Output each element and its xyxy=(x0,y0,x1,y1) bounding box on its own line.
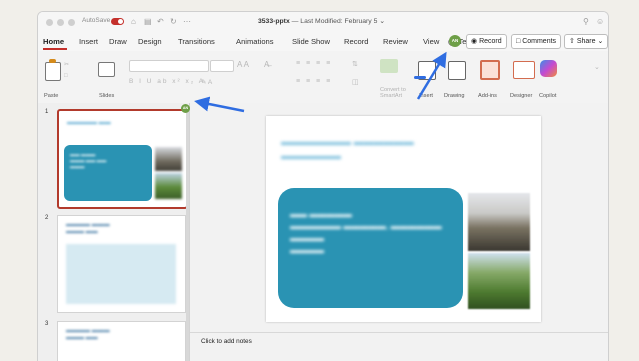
insert-label: Insert xyxy=(419,93,433,99)
slide-image-building[interactable] xyxy=(468,193,530,251)
redo-icon[interactable]: ↻ xyxy=(170,16,177,28)
slide-thumbnail-3[interactable]: ▬▬▬▬ ▬▬▬ ▬▬▬ ▬▬ xyxy=(57,321,186,361)
close-window-button[interactable] xyxy=(46,19,53,26)
clear-format-icon[interactable]: A̶ xyxy=(264,60,269,69)
tab-slide-show[interactable]: Slide Show xyxy=(292,37,330,46)
copilot-icon[interactable] xyxy=(540,60,557,77)
designer-label: Designer xyxy=(510,93,533,99)
search-icon[interactable]: ⚲ xyxy=(583,16,589,28)
add-ins-label: Add-ins xyxy=(478,93,497,99)
notes-placeholder[interactable]: Click to add notes xyxy=(201,338,252,345)
bullets-icons[interactable]: ≡ ≡ ≡ ≡ xyxy=(296,60,332,67)
columns-icon[interactable]: ◫ xyxy=(352,78,359,86)
collaborator-avatar[interactable]: AN xyxy=(449,35,461,47)
new-slide-icon[interactable] xyxy=(98,62,115,77)
smartart-icon[interactable] xyxy=(380,59,398,73)
thumbnail-collaborator-badge: AN xyxy=(181,104,190,113)
record-icon: ◉ xyxy=(471,38,478,45)
font-name-combo[interactable] xyxy=(129,60,209,72)
designer-icon[interactable] xyxy=(513,61,535,79)
thumb2-bullets-blurred xyxy=(66,244,176,304)
share-label: Share xyxy=(576,38,596,45)
home-icon[interactable]: ⌂ xyxy=(131,16,136,28)
drawing-label: Drawing xyxy=(444,93,465,99)
insert-color-bar xyxy=(414,76,426,79)
copilot-label: Copilot xyxy=(539,93,557,99)
thumb3-title-blurred: ▬▬▬▬ ▬▬▬ ▬▬▬ ▬▬ xyxy=(66,328,110,341)
paste-icon[interactable] xyxy=(45,62,61,81)
notes-pane[interactable]: Click to add notes xyxy=(190,332,608,361)
font-format-icons[interactable]: B I U ab x² x₂ A xyxy=(129,78,205,85)
document-name: 3533-pptx xyxy=(258,18,290,25)
record-button[interactable]: ◉ Record xyxy=(466,34,507,49)
slide-thumbnail-2[interactable]: ▬▬▬▬ ▬▬▬ ▬▬▬ ▬▬ xyxy=(57,215,186,313)
powerpoint-window: AutoSave ⌂ ▤ ↶ ↻ ⋯ 3533-pptx — Last Modi… xyxy=(37,11,609,361)
clipboard-clip-icon xyxy=(49,59,56,63)
thumb-title-blurred: ▬▬▬▬▬ ▬▬ xyxy=(67,120,111,126)
drawing-icon[interactable] xyxy=(448,61,466,80)
tab-insert[interactable]: Insert xyxy=(79,37,98,46)
slide-number-2: 2 xyxy=(45,215,49,221)
thumb2-title-blurred: ▬▬▬▬ ▬▬▬ ▬▬▬ ▬▬ xyxy=(66,222,110,235)
text-direction-icon[interactable]: ⇅ xyxy=(352,60,358,68)
slide-thumbnails-pane: 1 ▬▬▬▬▬ ▬▬ ▬▬ ▬▬▬ ▬▬▬ ▬▬ ▬▬ ▬▬▬ 2 ▬▬▬▬ ▬▬▬… xyxy=(38,103,190,361)
record-label: Record xyxy=(479,38,502,45)
thumb-image-2 xyxy=(155,173,182,199)
save-icon[interactable]: ▤ xyxy=(144,16,152,28)
add-ins-icon[interactable] xyxy=(480,60,500,80)
cut-icon[interactable]: ✂ xyxy=(64,61,69,68)
font-size-combo[interactable] xyxy=(210,60,234,72)
tab-design[interactable]: Design xyxy=(138,37,162,46)
tab-view[interactable]: View xyxy=(423,37,439,46)
tab-draw[interactable]: Draw xyxy=(109,37,127,46)
comments-label: Comments xyxy=(522,38,557,45)
slide-image-landscape[interactable] xyxy=(468,253,530,309)
tab-transitions[interactable]: Transitions xyxy=(178,37,215,46)
zoom-window-button[interactable] xyxy=(68,19,75,26)
current-slide[interactable]: ▬▬▬▬▬▬▬ ▬▬▬▬▬▬ ▬▬▬▬▬▬ ▬▬ ▬▬▬▬▬ ▬▬▬▬▬▬ ▬▬▬▬… xyxy=(266,116,541,322)
autosave-label: AutoSave xyxy=(82,17,111,24)
copy-icon[interactable]: □ xyxy=(64,73,68,79)
tab-home[interactable]: Home xyxy=(43,37,64,46)
convert-smartart-label: Convert to SmartArt xyxy=(380,87,406,99)
thumb-card-text-blurred: ▬▬ ▬▬▬ ▬▬▬ ▬▬ ▬▬ ▬▬▬ xyxy=(70,153,107,170)
thumb-card: ▬▬ ▬▬▬ ▬▬▬ ▬▬ ▬▬ ▬▬▬ xyxy=(64,145,152,201)
comments-button[interactable]: □ Comments xyxy=(511,34,562,49)
active-tab-indicator xyxy=(43,48,67,50)
increase-font-icon[interactable]: A A xyxy=(237,60,249,69)
more-icon[interactable]: ⋯ xyxy=(183,16,191,28)
thumb-image-1 xyxy=(155,147,182,171)
slide-number-3: 3 xyxy=(45,321,49,327)
tab-animations[interactable]: Animations xyxy=(236,37,274,46)
share-icon: ⇧ xyxy=(569,38,575,45)
tab-record[interactable]: Record xyxy=(344,37,368,46)
document-title[interactable]: 3533-pptx — Last Modified: February 5 ⌄ xyxy=(258,17,385,25)
comment-icon: □ xyxy=(516,38,521,45)
share-button[interactable]: ⇧ Share ⌄ xyxy=(564,34,608,49)
minimize-window-button[interactable] xyxy=(57,19,64,26)
highlight-icons[interactable]: ✎ A xyxy=(201,78,212,86)
thumbnail-scrollbar[interactable] xyxy=(186,107,189,361)
slide-thumbnail-1[interactable]: ▬▬▬▬▬ ▬▬ ▬▬ ▬▬▬ ▬▬▬ ▬▬ ▬▬ ▬▬▬ xyxy=(57,109,188,209)
slide-editor: ▬▬▬▬▬▬▬ ▬▬▬▬▬▬ ▬▬▬▬▬▬ ▬▬ ▬▬▬▬▬ ▬▬▬▬▬▬ ▬▬▬▬… xyxy=(190,103,608,361)
document-modified: — Last Modified: February 5 ⌄ xyxy=(289,18,385,25)
paste-label: Paste xyxy=(44,93,59,99)
card-text-blurred: ▬▬ ▬▬▬▬▬ ▬▬▬▬▬▬ ▬▬▬▬▬, ▬▬▬▬▬▬ ▬▬▬▬ ▬▬▬▬ xyxy=(290,209,442,255)
ribbon-toolbar: Paste ✂ □ Slides A A A̶ B I U ab x² x₂ A… xyxy=(38,51,608,104)
slide-number-1: 1 xyxy=(45,109,49,115)
ribbon-options-icon[interactable]: ⌄ xyxy=(594,63,600,71)
tab-review[interactable]: Review xyxy=(383,37,408,46)
slide-title-blurred: ▬▬▬▬▬▬▬ ▬▬▬▬▬▬ ▬▬▬▬▬▬ xyxy=(281,137,414,162)
profile-icon[interactable]: ☺ xyxy=(596,16,604,28)
title-bar: AutoSave ⌂ ▤ ↶ ↻ ⋯ 3533-pptx — Last Modi… xyxy=(38,12,608,32)
autosave-toggle[interactable] xyxy=(111,18,124,25)
content-card[interactable]: ▬▬ ▬▬▬▬▬ ▬▬▬▬▬▬ ▬▬▬▬▬, ▬▬▬▬▬▬ ▬▬▬▬ ▬▬▬▬ xyxy=(278,188,463,308)
alignment-icons[interactable]: ≡ ≡ ≡ ≡ xyxy=(296,78,332,85)
slides-label: Slides xyxy=(99,93,115,99)
undo-icon[interactable]: ↶ xyxy=(157,16,164,28)
